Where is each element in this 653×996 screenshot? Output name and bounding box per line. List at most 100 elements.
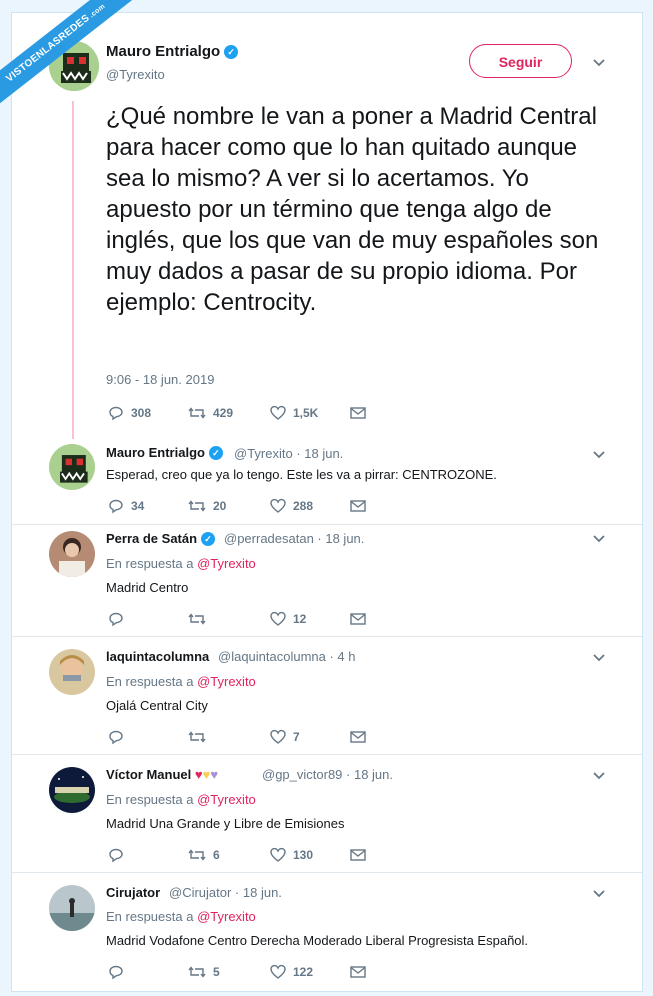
direct-message-button[interactable] [350, 499, 366, 513]
retweet-icon [188, 731, 206, 743]
reply-button[interactable]: 34 [108, 498, 188, 514]
divider [12, 754, 642, 755]
tweet-thread-card: Mauro Entrialgo ✓ @Tyrexito Seguir ¿Qué n… [11, 12, 643, 992]
retweet-button[interactable]: 6 [188, 847, 270, 863]
author-name-text: Perra de Satán [106, 531, 198, 546]
mention-link[interactable]: @Tyrexito [197, 674, 256, 689]
author-handle[interactable]: @perradesatan · 18 jun. [224, 531, 364, 546]
in-reply-to: En respuesta a @Tyrexito [106, 674, 256, 689]
retweet-button[interactable]: 20 [188, 498, 270, 514]
retweet-count: 5 [213, 965, 220, 979]
retweet-button[interactable] [188, 729, 270, 745]
avatar[interactable] [49, 649, 95, 695]
heart-icon [270, 964, 286, 979]
direct-message-button[interactable] [350, 965, 366, 979]
reply-icon [109, 965, 123, 980]
author-handle[interactable]: @Cirujator · 18 jun. [169, 885, 282, 900]
chevron-down-icon[interactable] [592, 650, 608, 666]
heart-icon [270, 847, 286, 862]
retweet-icon [188, 966, 206, 978]
thread-connector-line [72, 101, 74, 439]
like-count: 288 [293, 499, 314, 513]
retweet-icon [188, 613, 206, 625]
reply-icon [109, 406, 123, 421]
author-handle[interactable]: @laquintacolumna · 4 h [218, 649, 356, 664]
reply-icon [109, 848, 123, 863]
in-reply-to: En respuesta a @Tyrexito [106, 792, 256, 807]
author-name-text: Mauro Entrialgo [106, 445, 205, 460]
retweet-button[interactable]: 5 [188, 964, 270, 980]
chevron-down-icon[interactable] [592, 531, 608, 547]
reply-to-label: En respuesta a [106, 792, 194, 807]
reply-button[interactable]: 308 [108, 405, 188, 421]
like-count: 7 [293, 730, 300, 744]
emoji-purple-heart: ♥ [210, 767, 219, 782]
retweet-count: 429 [213, 406, 234, 420]
tweet-author-name[interactable]: laquintacolumna [106, 649, 209, 664]
tweet-body-text: Esperad, creo que ya lo tengo. Este les … [106, 467, 497, 482]
mention-link[interactable]: @Tyrexito [197, 792, 256, 807]
author-handle[interactable]: @Tyrexito [106, 67, 165, 82]
like-button[interactable]: 288 [270, 498, 350, 514]
tweet-author-name[interactable]: Mauro Entrialgo ✓ [106, 43, 239, 60]
direct-message-button[interactable] [350, 406, 366, 420]
in-reply-to: En respuesta a @Tyrexito [106, 556, 256, 571]
avatar[interactable] [49, 531, 95, 577]
like-button[interactable]: 12 [270, 611, 350, 627]
like-count: 1,5K [293, 406, 319, 420]
reply-to-label: En respuesta a [106, 556, 194, 571]
tweet-author-name[interactable]: Perra de Satán ✓ [106, 531, 216, 546]
reply-button[interactable] [108, 964, 188, 980]
retweet-count: 6 [213, 848, 220, 862]
verified-badge-icon: ✓ [208, 446, 223, 460]
divider [12, 524, 642, 525]
follow-button[interactable]: Seguir [469, 44, 572, 78]
like-button[interactable]: 130 [270, 847, 350, 863]
reply-button[interactable] [108, 847, 188, 863]
tweet-action-bar: 34 20 288 [108, 498, 366, 514]
tweet-action-bar: 12 [108, 611, 366, 627]
avatar[interactable] [49, 767, 95, 813]
chevron-down-icon[interactable] [592, 886, 608, 902]
like-count: 130 [293, 848, 314, 862]
direct-message-button[interactable] [350, 612, 366, 626]
tweet-action-bar: 7 [108, 729, 366, 745]
reply-icon [109, 730, 123, 745]
retweet-button[interactable]: 429 [188, 405, 270, 421]
verified-badge-icon: ✓ [224, 45, 239, 59]
tweet-action-bar: 5 122 [108, 964, 366, 980]
like-count: 122 [293, 965, 314, 979]
reply-button[interactable] [108, 611, 188, 627]
tweet-body-text: Madrid Centro [106, 580, 189, 595]
retweet-button[interactable] [188, 611, 270, 627]
tweet-author-name[interactable]: Mauro Entrialgo ✓ [106, 445, 223, 460]
direct-message-button[interactable] [350, 730, 366, 744]
avatar[interactable] [49, 444, 95, 490]
retweet-icon [188, 500, 206, 512]
like-button[interactable]: 1,5K [270, 405, 350, 421]
like-count: 12 [293, 612, 307, 626]
tweet-body-text: Madrid Una Grande y Libre de Emisiones [106, 816, 345, 831]
direct-message-button[interactable] [350, 848, 366, 862]
tweet-author-name[interactable]: Cirujator [106, 885, 160, 900]
author-handle[interactable]: @gp_victor89 · 18 jun. [262, 767, 393, 782]
chevron-down-icon[interactable] [592, 55, 608, 71]
tweet-author-name[interactable]: Víctor Manuel ♥♥♥ [106, 767, 218, 782]
author-handle[interactable]: @Tyrexito · 18 jun. [234, 446, 343, 461]
like-button[interactable]: 7 [270, 729, 350, 745]
divider [12, 636, 642, 637]
retweet-count: 20 [213, 499, 227, 513]
chevron-down-icon[interactable] [592, 768, 608, 784]
tweet-timestamp[interactable]: 9:06 - 18 jun. 2019 [106, 372, 214, 387]
verified-badge-icon: ✓ [201, 532, 216, 546]
heart-icon [270, 498, 286, 513]
like-button[interactable]: 122 [270, 964, 350, 980]
envelope-icon [350, 966, 366, 978]
reply-button[interactable] [108, 729, 188, 745]
envelope-icon [350, 500, 366, 512]
mention-link[interactable]: @Tyrexito [197, 909, 256, 924]
avatar[interactable] [49, 885, 95, 931]
chevron-down-icon[interactable] [592, 447, 608, 463]
retweet-icon [188, 407, 206, 419]
mention-link[interactable]: @Tyrexito [197, 556, 256, 571]
